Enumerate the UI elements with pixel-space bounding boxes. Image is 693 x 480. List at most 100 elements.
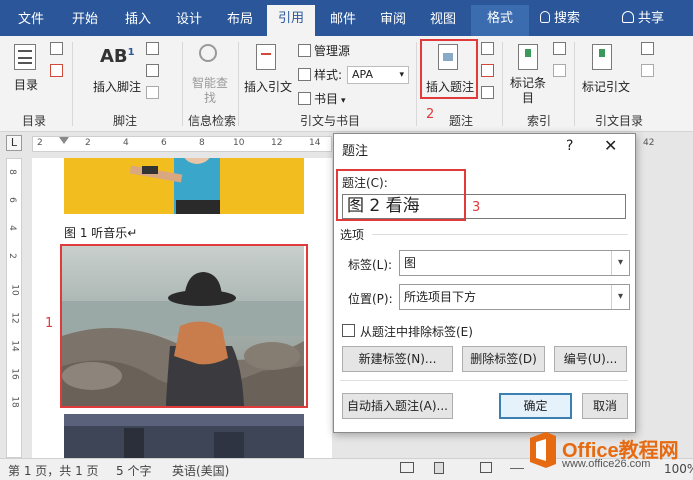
tab-view[interactable]: 视图 <box>420 7 466 36</box>
share-label: 共享 <box>638 11 665 26</box>
web-layout-icon[interactable] <box>480 462 492 476</box>
tab-layout[interactable]: 布局 <box>217 7 263 36</box>
tab-references[interactable]: 引用 <box>267 5 315 36</box>
toc-icon <box>14 44 36 70</box>
cancel-button[interactable]: 取消 <box>582 393 628 419</box>
tab-design[interactable]: 设计 <box>166 7 212 36</box>
annotation-number-2: 2 <box>426 107 435 122</box>
read-mode-icon[interactable] <box>400 462 414 476</box>
table-of-figures-icon <box>481 42 494 55</box>
exclude-label-checkbox[interactable] <box>342 324 355 337</box>
show-notes-icon <box>146 86 159 99</box>
mark-entry-icon <box>518 44 538 70</box>
group-divider <box>238 42 239 126</box>
delete-label-button[interactable]: 删除标签(D) <box>462 346 545 372</box>
chevron-down-icon: ▾ <box>611 285 629 309</box>
horizontal-ruler[interactable]: 2 2 4 6 8 10 12 14 <box>32 136 332 152</box>
position-field-label: 位置(P): <box>348 292 393 306</box>
bibliography-label: 书目 <box>314 92 339 106</box>
print-layout-icon[interactable] <box>434 462 444 477</box>
smart-lookup-button: 智能查找 <box>191 76 228 105</box>
insert-citation-button[interactable]: 插入引文 <box>242 78 294 95</box>
insert-footnote-button[interactable]: 插入脚注 <box>86 78 148 95</box>
lightbulb-icon <box>540 11 550 23</box>
add-text-icon <box>50 42 63 55</box>
update-table-figures-button[interactable] <box>481 64 497 78</box>
update-table-button[interactable] <box>50 64 66 78</box>
tab-home[interactable]: 开始 <box>60 7 110 36</box>
annotation-number-3: 3 <box>472 200 481 215</box>
mark-citation-button[interactable]: 标记引文 <box>578 78 634 95</box>
page-count[interactable]: 第 1 页，共 1 页 <box>8 462 99 479</box>
bibliography-icon <box>298 92 311 105</box>
style-icon <box>298 68 311 81</box>
position-select[interactable]: 所选项目下方 ▾ <box>399 284 630 310</box>
update-table-icon <box>50 64 63 77</box>
options-divider <box>372 234 628 235</box>
toc-group-label: 目录 <box>21 114 46 128</box>
tab-mailings[interactable]: 邮件 <box>320 7 366 36</box>
vertical-ruler[interactable]: 8 6 4 2 10 12 14 16 18 <box>6 158 22 458</box>
annotation-box-3 <box>336 169 466 221</box>
toc-button[interactable]: 目录 <box>8 76 44 93</box>
insert-endnote-button[interactable] <box>146 42 162 56</box>
update-index-button[interactable] <box>553 64 569 78</box>
ruler-tick: 2 <box>85 138 91 148</box>
citations-group-label: 引文与书目 <box>299 114 360 128</box>
ruler-tick: 8 <box>199 138 205 148</box>
style-dropdown[interactable]: APA ▾ <box>347 66 409 84</box>
footnote-icon-text: AB <box>100 46 128 67</box>
tab-insert[interactable]: 插入 <box>113 7 163 36</box>
new-label-button[interactable]: 新建标签(N)... <box>342 346 453 372</box>
zoom-slider[interactable] <box>510 462 524 476</box>
bibliography-button[interactable]: 书目 ▾ <box>298 90 346 107</box>
search-label: 搜索 <box>554 11 581 26</box>
tab-file[interactable]: 文件 <box>6 7 56 36</box>
help-button[interactable]: ? <box>566 138 573 154</box>
insert-index-button[interactable] <box>553 42 569 56</box>
manage-sources-button[interactable]: 管理源 <box>298 42 350 59</box>
chevron-down-icon: ▾ <box>611 251 629 275</box>
ruler-tick: 14 <box>309 138 321 148</box>
show-notes-button[interactable] <box>146 86 162 100</box>
cross-reference-icon <box>481 86 494 99</box>
update-table-icon <box>641 64 654 77</box>
style-label: 样式: <box>298 66 342 83</box>
indent-marker-icon[interactable] <box>59 137 69 144</box>
language-indicator[interactable]: 英语(美国) <box>172 462 229 479</box>
ok-button[interactable]: 确定 <box>499 393 572 419</box>
label-select[interactable]: 图 ▾ <box>399 250 630 276</box>
close-button[interactable]: ✕ <box>604 136 617 155</box>
mark-entry-button[interactable]: 标记条目 <box>508 76 548 106</box>
update-table-authorities-button[interactable] <box>641 64 657 78</box>
share-button[interactable]: 共享 <box>622 6 664 32</box>
chevron-down-icon: ▾ <box>399 70 404 80</box>
cross-reference-button[interactable] <box>481 86 497 100</box>
photo-listening-music[interactable] <box>64 158 304 214</box>
ruler-tick: 10 <box>9 284 20 296</box>
update-index-icon <box>553 64 566 77</box>
next-footnote-button[interactable] <box>146 64 162 78</box>
tab-selector[interactable]: L <box>6 135 22 151</box>
group-divider <box>502 42 503 126</box>
photo-third[interactable] <box>64 414 304 458</box>
insert-index-icon <box>553 42 566 55</box>
research-group-label: 信息检索 <box>187 114 236 128</box>
word-count[interactable]: 5 个字 <box>116 462 151 479</box>
office-logo-icon <box>530 432 556 468</box>
user-icon <box>622 11 634 23</box>
ribbon-tab-bar: 文件 开始 插入 设计 布局 引用 邮件 审阅 视图 格式 搜索 共享 <box>0 0 693 36</box>
next-footnote-icon <box>146 64 159 77</box>
numbering-button[interactable]: 编号(U)... <box>554 346 627 372</box>
insert-table-authorities-button[interactable] <box>641 42 657 56</box>
add-text-button[interactable] <box>50 42 66 56</box>
insert-table-of-figures-button[interactable] <box>481 42 497 56</box>
footnote-icon-sup: 1 <box>127 47 135 58</box>
tell-me-search[interactable]: 搜索 <box>540 6 580 32</box>
autocaption-button[interactable]: 自动插入题注(A)... <box>342 393 453 419</box>
ruler-tick: 2 <box>6 253 17 259</box>
ruler-tick: 14 <box>9 340 20 352</box>
tab-format[interactable]: 格式 <box>471 5 529 36</box>
tab-review[interactable]: 审阅 <box>370 7 416 36</box>
group-divider <box>182 42 183 126</box>
